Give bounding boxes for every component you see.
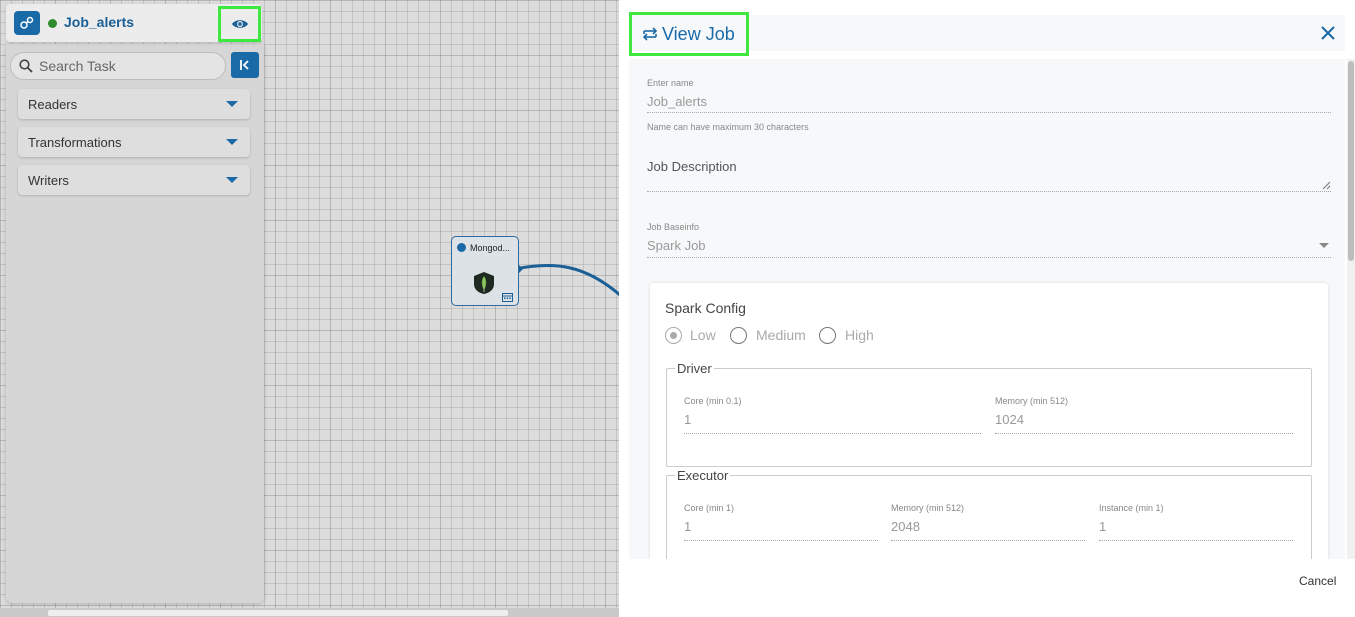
close-icon [1321, 26, 1335, 40]
accordion-label: Writers [28, 172, 69, 188]
close-panel-button[interactable] [1319, 24, 1337, 42]
accordion-label: Readers [28, 96, 78, 112]
chevron-down-icon [226, 101, 238, 107]
baseinfo-label: Job Baseinfo [647, 222, 700, 232]
name-hint: Name can have maximum 30 characters [647, 122, 809, 132]
collapse-sidebar-button[interactable] [231, 52, 259, 78]
form-scroll-thumb[interactable] [1348, 61, 1354, 261]
executor-legend: Executor [677, 468, 729, 483]
job-nodes-icon [20, 16, 34, 29]
mongodb-leaf-icon [474, 272, 494, 294]
accordion-label: Transformations [28, 134, 122, 150]
name-label: Enter name [647, 78, 694, 88]
canvas-horizontal-scrollbar[interactable] [0, 608, 620, 617]
resize-handle-icon[interactable] [1322, 181, 1331, 190]
swap-arrows-icon [642, 27, 658, 41]
accordion-transformations[interactable]: Transformations [18, 127, 250, 157]
driver-core-label: Core (min 0.1) [684, 396, 742, 406]
search-task-input[interactable] [39, 58, 209, 74]
executor-instance-underline [1099, 540, 1293, 541]
chevron-down-icon [226, 177, 238, 183]
job-title: Job_alerts [64, 14, 135, 30]
search-icon [19, 59, 33, 73]
radio-low[interactable] [665, 327, 682, 344]
name-input[interactable]: Job_alerts [647, 94, 707, 109]
panel-title: View Job [662, 23, 735, 44]
task-sidebar: Readers Transformations Writers [6, 44, 264, 603]
radio-low-label: Low [690, 327, 716, 343]
radio-medium[interactable] [730, 327, 747, 344]
executor-memory-label: Memory (min 512) [891, 503, 965, 513]
view-job-eye-button[interactable] [218, 6, 261, 42]
baseinfo-underline [647, 257, 1331, 258]
driver-legend: Driver [677, 361, 712, 376]
driver-memory-input[interactable]: 1024 [995, 412, 1024, 427]
radio-medium-label: Medium [756, 327, 806, 343]
executor-core-input[interactable]: 1 [684, 519, 691, 534]
executor-memory-underline [891, 540, 1085, 541]
collapse-left-icon [240, 60, 249, 70]
view-job-title: View Job [629, 12, 749, 56]
search-box[interactable] [10, 52, 226, 80]
cancel-button[interactable]: Cancel [1299, 574, 1336, 588]
executor-instance-input[interactable]: 1 [1099, 519, 1106, 534]
radio-high[interactable] [819, 327, 836, 344]
driver-memory-label: Memory (min 512) [995, 396, 1069, 406]
spark-config-card: Spark Config Low Medium High Driver Core… [650, 283, 1328, 559]
job-form: Enter name Job_alerts Name can have maxi… [629, 59, 1345, 559]
executor-memory-input[interactable]: 2048 [891, 519, 920, 534]
executor-instance-label: Instance (min 1) [1099, 503, 1164, 513]
description-textarea[interactable] [647, 191, 1331, 192]
baseinfo-select[interactable]: Spark Job [647, 238, 706, 253]
spark-config-title: Spark Config [665, 300, 746, 316]
radio-high-label: High [845, 327, 874, 343]
node-label: Mongod... [470, 243, 511, 253]
node-connector-line [515, 261, 621, 297]
dropdown-arrow-icon[interactable] [1319, 243, 1329, 249]
chevron-down-icon [226, 139, 238, 145]
name-input-underline [647, 112, 1331, 113]
form-vertical-scrollbar[interactable] [1347, 59, 1355, 559]
job-header: Job_alerts [6, 4, 262, 42]
accordion-readers[interactable]: Readers [18, 89, 250, 119]
eye-icon [231, 20, 248, 28]
executor-core-underline [684, 540, 878, 541]
description-label[interactable]: Job Description [647, 159, 737, 174]
job-icon [14, 11, 40, 35]
executor-fieldset: Executor [666, 468, 1312, 559]
accordion-writers[interactable]: Writers [18, 165, 250, 195]
canvas-scroll-thumb[interactable] [48, 610, 508, 616]
view-job-panel: View Job Enter name Job_alerts Name can … [619, 0, 1355, 617]
mongodb-reader-node[interactable]: Mongod... [451, 236, 519, 306]
node-status-dot [457, 243, 466, 252]
calendar-icon[interactable] [502, 293, 513, 302]
job-status-dot [48, 19, 57, 28]
driver-memory-underline [995, 433, 1293, 434]
driver-fieldset: Driver [666, 361, 1312, 467]
driver-core-underline [684, 433, 981, 434]
driver-core-input[interactable]: 1 [684, 412, 691, 427]
executor-core-label: Core (min 1) [684, 503, 735, 513]
